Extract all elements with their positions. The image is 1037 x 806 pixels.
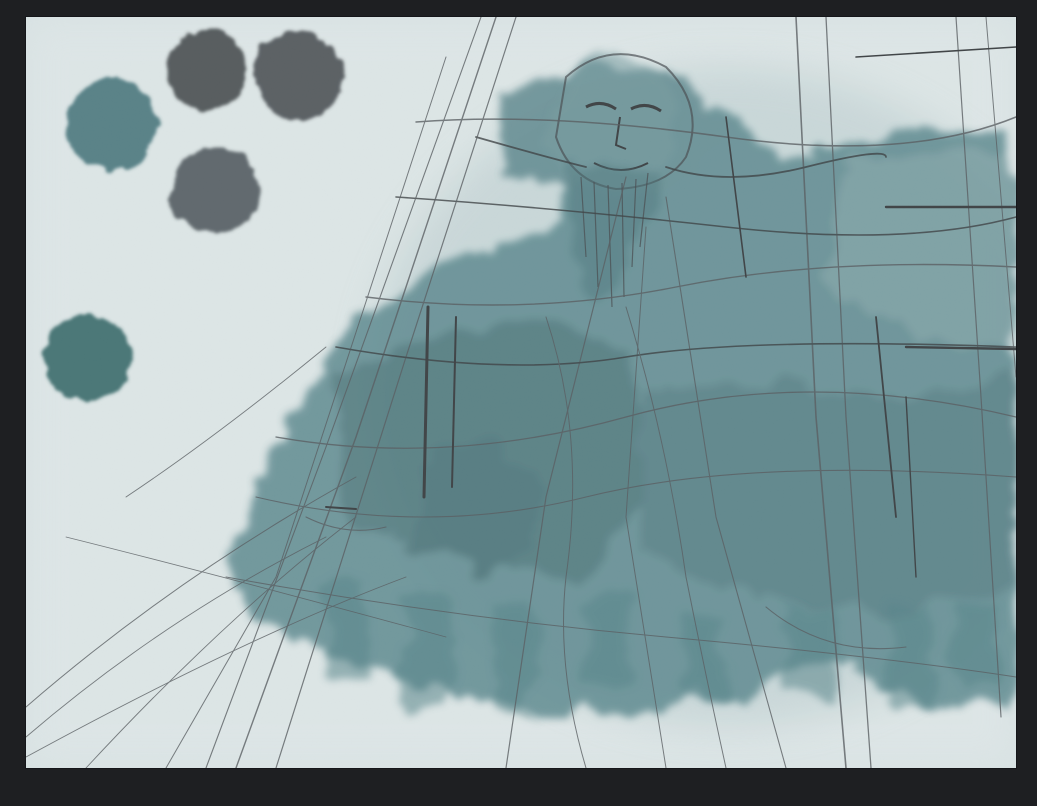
paper-grain bbox=[26, 17, 1016, 768]
artwork bbox=[26, 17, 1016, 768]
painting-workspace bbox=[0, 0, 1037, 806]
drawing-canvas[interactable] bbox=[26, 17, 1016, 768]
